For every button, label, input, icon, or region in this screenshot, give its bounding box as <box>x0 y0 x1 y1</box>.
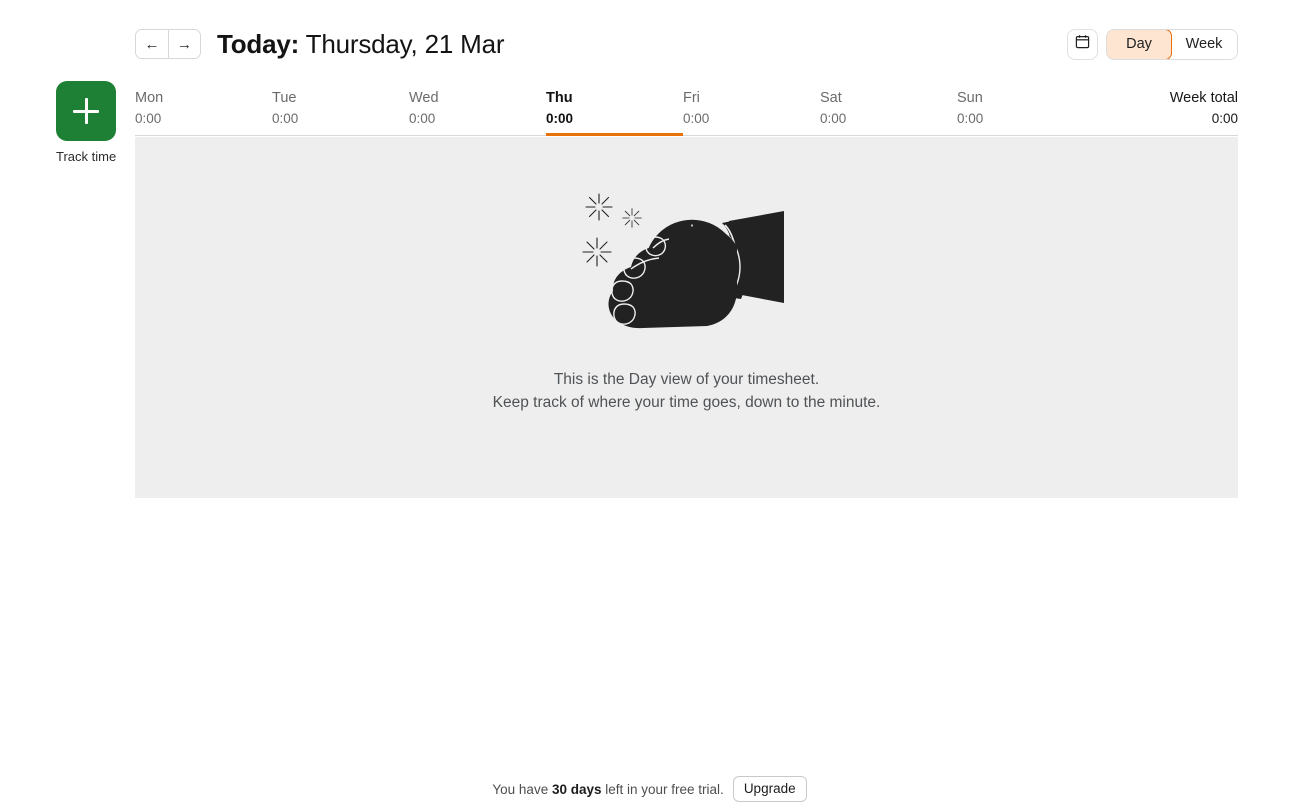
day-tab-name: Mon <box>135 90 164 106</box>
day-tab-time: 0:00 <box>272 111 299 126</box>
calendar-picker-button[interactable] <box>1067 28 1098 60</box>
view-controls: Day Week <box>1067 28 1238 60</box>
trial-message: You have 30 days left in your free trial… <box>492 782 723 797</box>
day-tab-wed[interactable]: Wed 0:00 <box>409 84 546 136</box>
day-tab-name: Fri <box>683 90 700 106</box>
view-toggle: Day Week <box>1106 28 1238 60</box>
track-time-control: Track time <box>56 81 116 164</box>
day-tab-time: 0:00 <box>957 111 984 126</box>
page-title-prefix: Today: <box>217 28 300 59</box>
day-tab-sun[interactable]: Sun 0:00 <box>957 84 1094 136</box>
top-bar: ← → Today: Thursday, 21 Mar Day Week <box>135 22 1238 66</box>
upgrade-button[interactable]: Upgrade <box>732 776 807 802</box>
week-total-value: 0:00 <box>1211 111 1238 126</box>
empty-state-line-2: Keep track of where your time goes, down… <box>492 394 881 411</box>
timesheet-empty-panel: This is the Day view of your timesheet. … <box>135 137 1238 498</box>
day-tab-mon[interactable]: Mon 0:00 <box>135 84 272 136</box>
day-tab-name: Thu <box>546 90 573 106</box>
day-tab-name: Tue <box>272 90 297 106</box>
date-nav-group: ← → <box>135 29 201 59</box>
track-time-button[interactable] <box>56 81 116 141</box>
hand-holding-clock-illustration <box>579 185 794 350</box>
empty-state-line-1: This is the Day view of your timesheet. <box>553 371 820 388</box>
previous-day-button[interactable]: ← <box>136 30 168 58</box>
day-tabs: Mon 0:00 Tue 0:00 Wed 0:00 Thu 0:00 Fri … <box>135 84 1238 136</box>
trial-text-before: You have <box>492 781 552 797</box>
day-tab-sat[interactable]: Sat 0:00 <box>820 84 957 136</box>
track-time-label: Track time <box>56 149 117 164</box>
page-title: Today: Thursday, 21 Mar <box>217 29 504 60</box>
empty-state-text: This is the Day view of your timesheet. … <box>493 368 881 414</box>
day-tab-time: 0:00 <box>546 111 574 126</box>
day-tab-thu[interactable]: Thu 0:00 <box>546 84 683 136</box>
week-total-label: Week total <box>1169 90 1238 106</box>
trial-days-left: 30 days <box>551 781 602 797</box>
calendar-icon <box>1075 34 1090 54</box>
day-tab-time: 0:00 <box>409 111 436 126</box>
page-title-date: Thursday, 21 Mar <box>305 28 505 59</box>
trial-text-after: left in your free trial. <box>601 781 724 797</box>
day-tab-fri[interactable]: Fri 0:00 <box>683 84 820 136</box>
trial-banner: You have 30 days left in your free trial… <box>0 771 1299 807</box>
view-toggle-day[interactable]: Day <box>1107 29 1172 59</box>
view-toggle-week[interactable]: Week <box>1171 29 1237 59</box>
day-tab-name: Sat <box>820 90 842 106</box>
day-tab-name: Wed <box>409 90 439 106</box>
day-tab-tue[interactable]: Tue 0:00 <box>272 84 409 136</box>
day-tab-time: 0:00 <box>820 111 847 126</box>
day-tab-time: 0:00 <box>683 111 710 126</box>
day-tab-name: Sun <box>957 90 983 106</box>
week-total: Week total 0:00 <box>1170 84 1238 135</box>
next-day-button[interactable]: → <box>168 30 200 58</box>
day-tab-time: 0:00 <box>135 111 162 126</box>
